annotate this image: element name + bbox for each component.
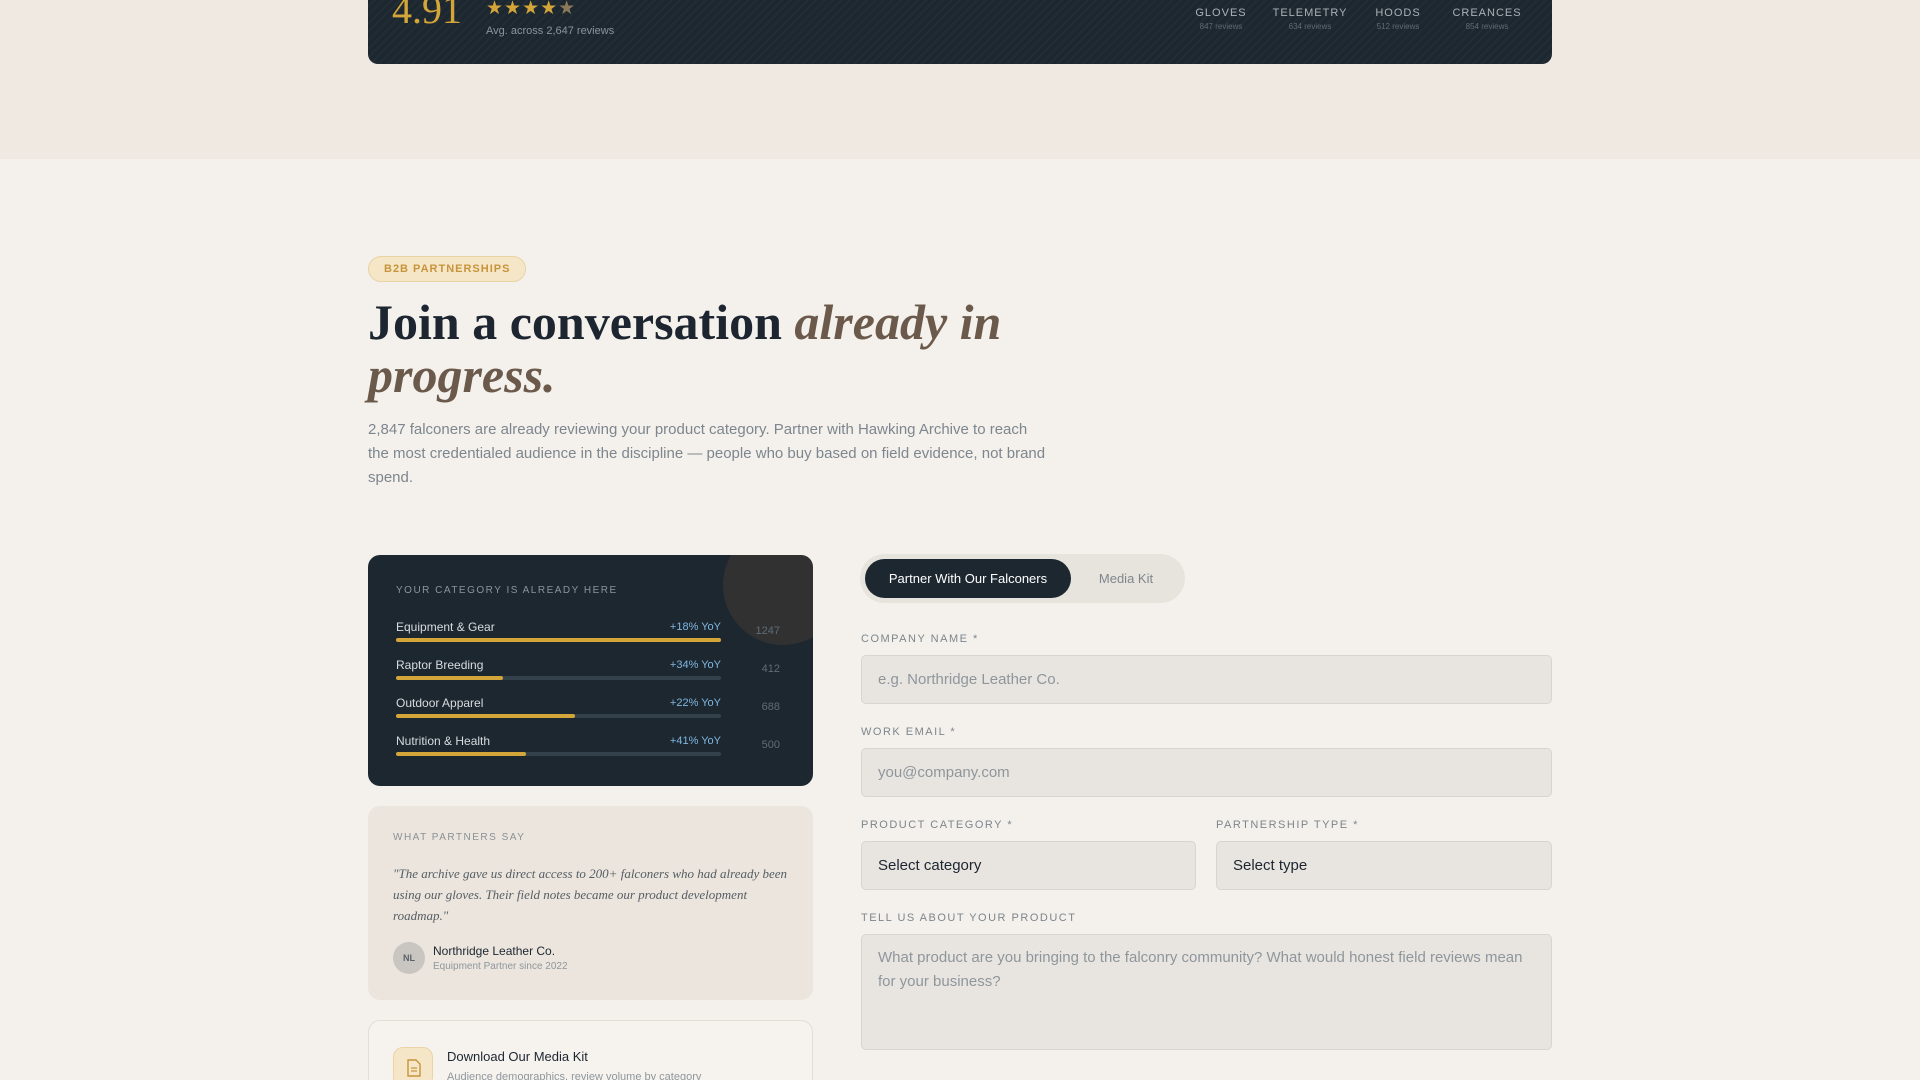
- product-category-select[interactable]: Select category: [861, 841, 1196, 890]
- testimonial-card: WHAT PARTNERS SAY "The archive gave us d…: [368, 806, 813, 1000]
- rating-summary-bar: 4.91 ★★★★★ Avg. across 2,647 reviews ★★★…: [368, 0, 1552, 64]
- category-review-count: 854 reviews: [1465, 22, 1509, 31]
- media-kit-download-card[interactable]: Download Our Media Kit Audience demograp…: [368, 1020, 813, 1080]
- average-subtitle: Avg. across 2,647 reviews: [486, 25, 615, 37]
- avatar: NL: [393, 942, 425, 974]
- work-email-label: WORK EMAIL *: [861, 726, 957, 738]
- form-tabs: Partner With Our Falconers Media Kit: [860, 554, 1185, 603]
- stat-label: Equipment & Gear: [396, 620, 495, 634]
- product-description-textarea[interactable]: [861, 934, 1552, 1050]
- category-rating-gloves[interactable]: ★★★★★ GLOVES 847 reviews: [1176, 0, 1266, 31]
- testimonial-title: WHAT PARTNERS SAY: [393, 832, 526, 843]
- category-stars: ★★★★★: [1176, 0, 1266, 2]
- stat-count: 500: [761, 739, 780, 751]
- stat-bar-fill: [396, 752, 526, 756]
- stat-yoy: +34% YoY: [669, 659, 721, 671]
- category-name: TELEMETRY: [1272, 7, 1348, 19]
- headline-plain: Join a conversation: [368, 294, 795, 350]
- stat-bar-fill: [396, 676, 504, 680]
- stat-bar-track: [396, 714, 721, 718]
- company-name-label: COMPANY NAME *: [861, 633, 979, 645]
- section-badge: B2B PARTNERSHIPS: [368, 256, 527, 282]
- stats-card-title: YOUR CATEGORY IS ALREADY HERE: [396, 585, 618, 596]
- stat-bar-track: [396, 638, 721, 642]
- tab-partner[interactable]: Partner With Our Falconers: [865, 559, 1071, 598]
- category-name: GLOVES: [1195, 7, 1247, 19]
- media-kit-title: Download Our Media Kit: [447, 1049, 588, 1064]
- stat-count: 1247: [755, 625, 780, 637]
- stat-row-nutrition: Nutrition & Health +41% YoY 500: [396, 734, 796, 764]
- category-review-count: 512 reviews: [1376, 22, 1420, 31]
- stat-yoy: +18% YoY: [669, 621, 721, 633]
- category-rating-telemetry[interactable]: ★★★★★ TELEMETRY 634 reviews: [1265, 0, 1355, 31]
- category-stars: ★★★★★: [1353, 0, 1443, 2]
- product-description-label: TELL US ABOUT YOUR PRODUCT: [861, 912, 1077, 924]
- category-stars: ★★★★★: [1442, 0, 1532, 2]
- average-score: 4.91: [392, 0, 462, 32]
- work-email-input[interactable]: [861, 748, 1552, 797]
- stat-count: 688: [761, 701, 780, 713]
- stat-row-breeding: Raptor Breeding +34% YoY 412: [396, 658, 796, 688]
- stat-count: 412: [761, 663, 780, 675]
- company-name-input[interactable]: [861, 655, 1552, 704]
- stat-bar-track: [396, 676, 721, 680]
- testimonial-quote: "The archive gave us direct access to 20…: [393, 866, 788, 923]
- stat-label: Outdoor Apparel: [396, 696, 484, 710]
- category-review-count: 634 reviews: [1288, 22, 1332, 31]
- stat-yoy: +22% YoY: [669, 697, 721, 709]
- stat-label: Raptor Breeding: [396, 658, 484, 672]
- page-headline: Join a conversation already in progress.: [368, 296, 1128, 402]
- stat-yoy: +41% YoY: [669, 735, 721, 747]
- intro-paragraph: 2,847 falconers are already reviewing yo…: [368, 421, 1046, 486]
- partial-star: ★: [558, 0, 577, 19]
- stat-bar-fill: [396, 714, 575, 718]
- stat-row-equipment: Equipment & Gear +18% YoY 1247: [396, 620, 796, 650]
- partner-since: Equipment Partner since 2022: [433, 961, 568, 972]
- media-kit-subtitle: Audience demographics, review volume by …: [447, 1071, 702, 1080]
- tab-media-kit[interactable]: Media Kit: [1072, 559, 1180, 598]
- partnership-type-select[interactable]: Select type: [1216, 841, 1552, 890]
- product-category-label: PRODUCT CATEGORY *: [861, 819, 1014, 831]
- category-rating-creances[interactable]: ★★★★★ CREANCES 854 reviews: [1442, 0, 1532, 31]
- category-name: HOODS: [1375, 7, 1421, 19]
- filled-stars: ★★★★: [486, 0, 559, 19]
- category-review-count: 847 reviews: [1199, 22, 1243, 31]
- partner-name: Northridge Leather Co.: [433, 944, 556, 958]
- category-stats-card: YOUR CATEGORY IS ALREADY HERE Equipment …: [368, 555, 813, 786]
- document-icon: [393, 1047, 433, 1080]
- stat-bar-fill: [396, 638, 721, 642]
- stat-bar-track: [396, 752, 721, 756]
- category-name: CREANCES: [1452, 7, 1522, 19]
- stat-label: Nutrition & Health: [396, 734, 491, 748]
- stat-row-apparel: Outdoor Apparel +22% YoY 688: [396, 696, 796, 726]
- average-stars: ★★★★★: [486, 0, 576, 20]
- partnership-type-label: PARTNERSHIP TYPE *: [1216, 819, 1359, 831]
- category-rating-hoods[interactable]: ★★★★★ HOODS 512 reviews: [1353, 0, 1443, 31]
- category-stars: ★★★★★: [1265, 0, 1355, 2]
